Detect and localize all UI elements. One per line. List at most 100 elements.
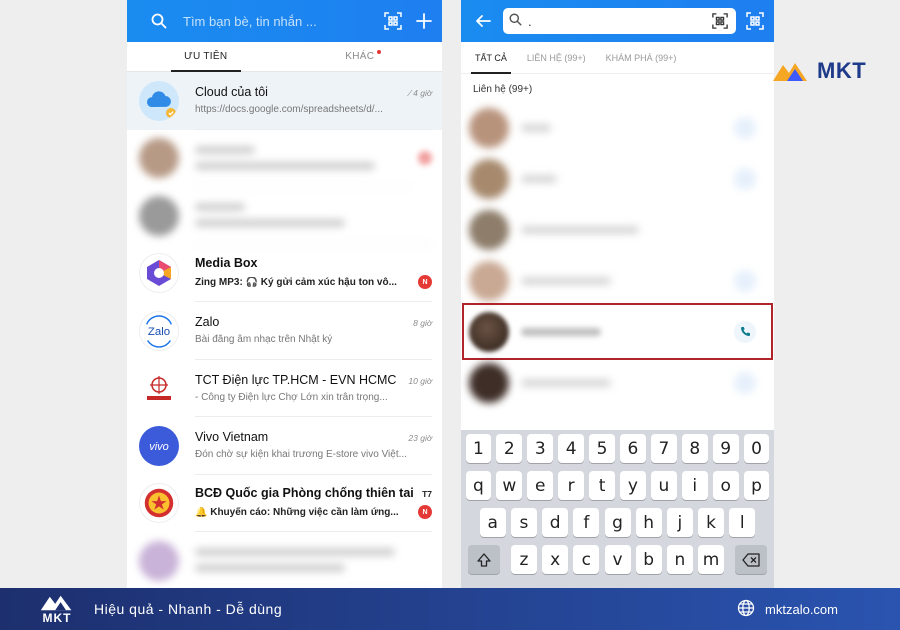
conversation-vivo[interactable]: vivo Vivo Vietnam 23 giờ Đón chờ sự kiện … xyxy=(127,417,442,475)
tab-all[interactable]: TẤT CẢ xyxy=(471,42,511,74)
call-icon[interactable] xyxy=(734,320,756,343)
key-j[interactable]: j xyxy=(666,508,693,537)
shift-key-icon[interactable] xyxy=(468,545,501,574)
tab-discover[interactable]: KHÁM PHÁ (99+) xyxy=(602,42,681,73)
vivo-logo: vivo xyxy=(139,425,179,466)
key-8[interactable]: 8 xyxy=(681,434,708,463)
search-field[interactable]: . xyxy=(503,8,736,34)
add-friend-icon[interactable] xyxy=(734,269,756,292)
key-h[interactable]: h xyxy=(635,508,662,537)
key-f[interactable]: f xyxy=(573,508,600,537)
back-arrow-icon[interactable] xyxy=(475,13,491,29)
backspace-key-icon[interactable] xyxy=(734,545,767,574)
conversation-blurred[interactable] xyxy=(127,532,442,588)
search-icon[interactable] xyxy=(151,13,167,29)
on-screen-keyboard: 1234567890 qwertyuiop asdfghjkl zxcvbnm xyxy=(461,430,774,588)
conversation-blurred[interactable] xyxy=(127,130,442,187)
conversation-name: TCT Điện lực TP.HCM - EVN HCMC xyxy=(195,372,397,387)
key-1[interactable]: 1 xyxy=(465,434,492,463)
key-4[interactable]: 4 xyxy=(558,434,584,463)
search-input[interactable]: Tìm bạn bè, tin nhắn ... xyxy=(183,14,370,29)
key-i[interactable]: i xyxy=(681,471,708,500)
evn-logo xyxy=(139,368,179,409)
key-7[interactable]: 7 xyxy=(651,434,677,463)
chat-header: Tìm bạn bè, tin nhắn ... xyxy=(127,0,442,42)
avatar xyxy=(469,158,509,199)
globe-icon xyxy=(737,599,755,620)
chat-tabs: ƯU TIÊN KHÁC xyxy=(127,42,442,72)
unread-badge: N xyxy=(418,505,432,520)
tab-contacts[interactable]: LIÊN HỆ (99+) xyxy=(523,42,590,73)
tab-other[interactable]: KHÁC xyxy=(285,42,443,71)
website[interactable]: mktzalo.com xyxy=(737,599,838,620)
conversation-cloud[interactable]: Cloud của tôi ⁄ 4 giờ https://docs.google… xyxy=(127,72,442,130)
key-t[interactable]: t xyxy=(589,471,615,500)
key-y[interactable]: y xyxy=(620,471,646,500)
key-q[interactable]: q xyxy=(465,471,492,500)
key-m[interactable]: m xyxy=(698,545,725,574)
conversation-name: Vivo Vietnam xyxy=(195,430,269,445)
media-box-icon xyxy=(139,253,179,294)
key-l[interactable]: l xyxy=(729,508,756,537)
keyboard-number-row: 1234567890 xyxy=(463,434,772,463)
key-n[interactable]: n xyxy=(666,545,693,574)
tab-priority[interactable]: ƯU TIÊN xyxy=(127,42,285,72)
unread-dot xyxy=(377,49,382,54)
qr-code-icon[interactable] xyxy=(746,12,764,30)
search-query[interactable]: . xyxy=(528,14,710,29)
contact-row[interactable] xyxy=(461,255,774,306)
conversation-preview: 🔔 Khuyến cáo: Những việc cần làm ứng... xyxy=(195,506,399,518)
conversation-preview: Bài đăng âm nhạc trên Nhật ký xyxy=(195,334,333,346)
key-g[interactable]: g xyxy=(604,508,631,537)
key-5[interactable]: 5 xyxy=(589,434,615,463)
qr-scan-icon[interactable] xyxy=(384,12,402,30)
key-u[interactable]: u xyxy=(651,471,677,500)
add-friend-icon[interactable] xyxy=(734,167,756,190)
key-x[interactable]: x xyxy=(542,545,569,574)
conversation-time: 23 giờ xyxy=(408,433,432,444)
conversation-evn[interactable]: TCT Điện lực TP.HCM - EVN HCMC 10 giờ - C… xyxy=(127,360,442,417)
key-d[interactable]: d xyxy=(542,508,569,537)
zalo-logo: Zalo xyxy=(139,310,179,351)
banner-logo: MKT xyxy=(38,594,76,625)
key-s[interactable]: s xyxy=(510,508,537,537)
key-p[interactable]: p xyxy=(743,471,770,500)
conversation-zalo[interactable]: Zalo Zalo 8 giờ Bài đăng âm nhạc trên Nhậ… xyxy=(127,302,442,360)
contact-row[interactable] xyxy=(461,102,774,153)
avatar xyxy=(469,107,509,148)
contact-row[interactable] xyxy=(461,153,774,204)
qr-scan-icon[interactable] xyxy=(710,11,730,31)
key-0[interactable]: 0 xyxy=(743,434,770,463)
conversation-name: Cloud của tôi xyxy=(195,85,268,100)
bottom-banner: MKT Hiệu quả - Nhanh - Dễ dùng mktzalo.c… xyxy=(0,588,900,630)
key-z[interactable]: z xyxy=(510,545,537,574)
conversation-media-box[interactable]: Media Box Zing MP3: 🎧 Ký gửi cảm xúc hậu… xyxy=(127,245,442,302)
key-w[interactable]: w xyxy=(496,471,523,500)
contact-row[interactable] xyxy=(461,357,774,408)
contact-row-highlighted[interactable] xyxy=(461,303,774,360)
website-url[interactable]: mktzalo.com xyxy=(765,602,838,617)
add-friend-icon[interactable] xyxy=(734,116,756,139)
key-r[interactable]: r xyxy=(558,471,584,500)
key-c[interactable]: c xyxy=(573,545,600,574)
add-friend-icon[interactable] xyxy=(734,371,756,394)
key-6[interactable]: 6 xyxy=(620,434,646,463)
avatar xyxy=(139,138,179,179)
contact-results xyxy=(461,102,774,408)
key-k[interactable]: k xyxy=(698,508,725,537)
plus-icon[interactable] xyxy=(416,13,432,29)
key-3[interactable]: 3 xyxy=(527,434,554,463)
conversation-blurred[interactable] xyxy=(127,187,442,245)
key-e[interactable]: e xyxy=(527,471,554,500)
conversation-bcd[interactable]: BCĐ Quốc gia Phòng chống thiên tai T7 🔔 K… xyxy=(127,475,442,532)
key-b[interactable]: b xyxy=(635,545,662,574)
conversation-name: BCĐ Quốc gia Phòng chống thiên tai xyxy=(195,486,414,501)
key-9[interactable]: 9 xyxy=(712,434,739,463)
key-o[interactable]: o xyxy=(712,471,739,500)
mkt-logo-icon xyxy=(773,63,807,81)
key-2[interactable]: 2 xyxy=(496,434,523,463)
svg-text:Zalo: Zalo xyxy=(148,326,170,338)
key-a[interactable]: a xyxy=(479,508,506,537)
key-v[interactable]: v xyxy=(604,545,631,574)
contact-row[interactable] xyxy=(461,204,774,255)
